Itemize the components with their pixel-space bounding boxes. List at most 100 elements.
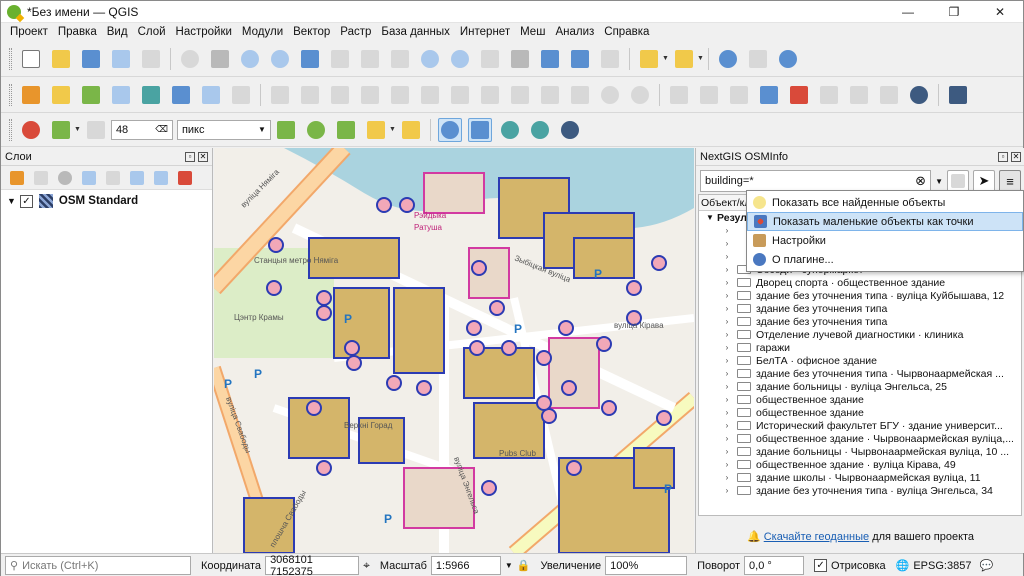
snap-intersection-icon[interactable] <box>304 118 328 142</box>
expand-icon[interactable]: › <box>721 486 733 495</box>
menu-mesh[interactable]: Меш <box>515 23 550 41</box>
new-project-icon[interactable] <box>19 47 43 71</box>
expand-icon[interactable]: › <box>721 434 733 443</box>
expand-icon[interactable]: › <box>721 239 733 248</box>
map-book-icon[interactable] <box>947 170 969 192</box>
zoom-last-icon[interactable] <box>418 47 442 71</box>
list-item[interactable]: › общественное здание · Чырвонаармейская … <box>699 432 1021 445</box>
expand-icon[interactable]: › <box>721 343 733 352</box>
layer-item-osm-standard[interactable]: ▼ ✓ OSM Standard <box>1 190 212 212</box>
undock-icon[interactable]: ▫ <box>185 151 195 162</box>
menu-settings[interactable]: Настройки <box>171 23 237 41</box>
menu-vector[interactable]: Вектор <box>288 23 335 41</box>
label-highlight-icon[interactable] <box>697 83 721 107</box>
new-map-view-icon[interactable] <box>478 47 502 71</box>
menu-layer[interactable]: Слой <box>133 23 171 41</box>
list-item[interactable]: › общественное здание <box>699 406 1021 419</box>
expand-icon[interactable]: › <box>721 252 733 261</box>
vertex-tool-icon[interactable] <box>229 83 253 107</box>
osminfo-identify-icon[interactable] <box>437 117 462 142</box>
attribute-table-icon[interactable] <box>746 47 770 71</box>
new-3d-view-icon[interactable] <box>508 47 532 71</box>
refresh-icon[interactable] <box>598 47 622 71</box>
chevron-down-icon[interactable]: ▼ <box>505 561 513 570</box>
osminfo-search-icon[interactable] <box>467 117 492 142</box>
list-item[interactable]: › БелТА · офисное здание <box>699 354 1021 367</box>
cursor-icon[interactable]: ➤ <box>973 170 995 192</box>
map-canvas[interactable]: вуліца Няміга Зыбіцкая вуліца вуліца Энг… <box>214 148 694 553</box>
data-source-manager-icon[interactable] <box>19 83 43 107</box>
minimize-button[interactable]: — <box>885 1 931 22</box>
digitize-pen-icon[interactable] <box>109 83 133 107</box>
pan-hand-icon[interactable] <box>178 47 202 71</box>
maximize-button[interactable]: ❐ <box>931 1 977 22</box>
locator-search-input[interactable]: ⚲ Искать (Ctrl+K) <box>5 556 191 575</box>
osm-query-input[interactable]: building=* ⊗ <box>700 170 932 192</box>
rotation-field[interactable]: 0,0 ° <box>744 556 805 575</box>
toolbar-grip[interactable] <box>9 83 12 106</box>
remove-layer-icon[interactable] <box>175 168 195 188</box>
zoom-native-icon[interactable] <box>388 47 412 71</box>
expand-icon[interactable]: › <box>721 447 733 456</box>
expand-icon[interactable]: › <box>721 291 733 300</box>
list-item[interactable]: › Отделение лучевой диагностики · клиника <box>699 328 1021 341</box>
list-item[interactable]: › здание больницы · Чырвонаармейская вулі… <box>699 445 1021 458</box>
select-by-expression-icon[interactable] <box>672 47 696 71</box>
expand-icon[interactable]: › <box>721 369 733 378</box>
label-toolbar-icon[interactable] <box>667 83 691 107</box>
close-icon[interactable]: ✕ <box>1011 151 1021 162</box>
menu-web[interactable]: Интернет <box>455 23 515 41</box>
select-features-icon[interactable] <box>637 47 661 71</box>
settings-gear-icon[interactable] <box>776 47 800 71</box>
menu-view[interactable]: Вид <box>102 23 133 41</box>
zoom-full-icon[interactable] <box>298 47 322 71</box>
add-raster-icon[interactable] <box>139 83 163 107</box>
expand-icon[interactable]: › <box>721 382 733 391</box>
globe-settings-icon[interactable] <box>528 118 552 142</box>
menu-database[interactable]: База данных <box>376 23 455 41</box>
menu-edit[interactable]: Правка <box>53 23 102 41</box>
virtual-layer-icon[interactable] <box>199 83 223 107</box>
list-item[interactable]: › общественное здание <box>699 393 1021 406</box>
expand-icon[interactable]: › <box>721 265 733 274</box>
list-item[interactable]: › здание без уточнения типа · вуліца Энге… <box>699 484 1021 497</box>
menu-project[interactable]: Проект <box>5 23 53 41</box>
render-checkbox[interactable]: ✓ <box>814 559 828 572</box>
chevron-down-icon[interactable]: ▼ <box>935 177 943 186</box>
messages-icon[interactable]: 💬 <box>979 559 993 572</box>
lock-icon[interactable]: 🔒 <box>517 559 531 572</box>
menu-help[interactable]: Справка <box>599 23 654 41</box>
list-item[interactable]: › здание без уточнения типа <box>699 302 1021 315</box>
osm-download-icon[interactable] <box>558 118 582 142</box>
coordinate-field[interactable]: 3068101 7152375 <box>265 554 360 576</box>
snap-tolerance-field[interactable]: 48 ⌫ <box>110 119 173 140</box>
topological-editing-icon[interactable] <box>274 118 298 142</box>
list-item[interactable]: › Исторический факультет БГУ · здание уни… <box>699 419 1021 432</box>
save-project-icon[interactable] <box>79 47 103 71</box>
label-move-icon[interactable] <box>817 83 841 107</box>
label-abc-red-icon[interactable] <box>787 83 811 107</box>
list-item[interactable]: › гаражи <box>699 341 1021 354</box>
expand-icon[interactable]: › <box>721 460 733 469</box>
clear-icon[interactable]: ⊗ <box>915 173 926 189</box>
download-geodata-link[interactable]: Скачайте геоданные <box>764 531 869 543</box>
chevron-down-icon[interactable]: ▼ <box>389 126 396 133</box>
label-rotate-icon[interactable] <box>847 83 871 107</box>
trace-icon[interactable] <box>334 118 358 142</box>
crs-label[interactable]: EPSG:3857 <box>913 560 971 572</box>
crs-globe-icon[interactable]: 🌐 <box>896 559 910 572</box>
python-console-icon[interactable] <box>907 83 931 107</box>
open-project-icon[interactable] <box>49 47 73 71</box>
expand-icon[interactable]: › <box>721 278 733 287</box>
snap-unit-select[interactable]: пикс ▼ <box>176 119 271 140</box>
expand-icon[interactable]: ▼ <box>7 196 16 206</box>
zoom-selection-icon[interactable] <box>328 47 352 71</box>
layout-manager-icon[interactable] <box>139 47 163 71</box>
label-ab-blue-icon[interactable] <box>757 83 781 107</box>
label-change-icon[interactable] <box>877 83 901 107</box>
list-item[interactable]: › здание без уточнения типа <box>699 315 1021 328</box>
scale-field[interactable]: 1:5966 <box>430 556 501 575</box>
toolbar-grip[interactable] <box>9 47 12 70</box>
chevron-down-icon[interactable]: ▼ <box>697 55 704 62</box>
zoom-out-icon[interactable] <box>268 47 292 71</box>
